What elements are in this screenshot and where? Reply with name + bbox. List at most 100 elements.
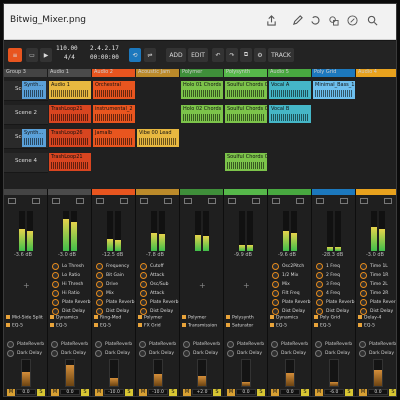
strip-grid-icon[interactable]	[252, 198, 260, 204]
device-power-icon[interactable]	[270, 323, 274, 327]
send-knob[interactable]	[315, 341, 322, 348]
volume-value[interactable]: 0.0	[60, 389, 80, 395]
clip[interactable]: Holo 01 Chords	[181, 81, 223, 99]
clip[interactable]: Orchestral	[93, 81, 135, 99]
parameter-knob[interactable]	[360, 299, 367, 306]
clip[interactable]: instrumental_2	[93, 105, 135, 123]
clip[interactable]: Holo 02 Chords	[181, 105, 223, 123]
volume-value[interactable]: 0.0	[236, 389, 256, 395]
device-power-icon[interactable]	[358, 323, 362, 327]
volume-value[interactable]: -10.0	[148, 389, 168, 395]
volume-fader[interactable]	[329, 359, 339, 387]
play-button[interactable]: ▶	[40, 48, 52, 62]
volume-fader[interactable]	[373, 359, 383, 387]
volume-fader[interactable]	[21, 359, 31, 387]
clip[interactable]: Soulful Chords 03 A	[225, 81, 267, 99]
parameter-knob[interactable]	[96, 290, 103, 297]
track-button[interactable]: TRACK	[268, 48, 294, 62]
mute-button[interactable]: M	[139, 389, 147, 396]
device-power-icon[interactable]	[270, 315, 274, 319]
dashboard-button[interactable]: ▭	[26, 48, 38, 62]
device-slot[interactable]: Saturator	[226, 323, 266, 331]
volume-fader[interactable]	[153, 359, 163, 387]
device-slot[interactable]: EQ-5	[50, 323, 90, 331]
copy-button[interactable]: ⧉	[240, 48, 252, 62]
device-power-icon[interactable]	[6, 315, 10, 319]
mute-button[interactable]: M	[315, 389, 323, 396]
parameter-knob[interactable]	[316, 299, 323, 306]
clip[interactable]: Minimal_Bass_15 A	[313, 81, 355, 99]
send-knob[interactable]	[7, 341, 14, 348]
shapes-icon[interactable]	[328, 15, 339, 26]
parameter-knob[interactable]	[272, 290, 279, 297]
parameter-knob[interactable]	[272, 308, 279, 315]
solo-button[interactable]: S	[389, 389, 396, 396]
clip[interactable]: Audio 1	[49, 81, 91, 99]
parameter-knob[interactable]	[52, 299, 59, 306]
strip-grid-icon[interactable]	[120, 198, 128, 204]
clip[interactable]: TrashLoop26	[49, 129, 91, 147]
device-power-icon[interactable]	[50, 315, 54, 319]
strip-grid-icon[interactable]	[164, 198, 172, 204]
parameter-knob[interactable]	[140, 308, 147, 315]
device-power-icon[interactable]	[226, 323, 230, 327]
strip-grid-icon[interactable]	[340, 198, 348, 204]
parameter-knob[interactable]	[360, 263, 367, 270]
parameter-knob[interactable]	[140, 272, 147, 279]
strip-grid-icon[interactable]	[32, 198, 40, 204]
send-knob[interactable]	[183, 350, 190, 357]
parameter-knob[interactable]	[360, 272, 367, 279]
markup-icon[interactable]	[347, 15, 358, 26]
parameter-knob[interactable]	[140, 281, 147, 288]
solo-button[interactable]: S	[125, 389, 133, 396]
volume-fader[interactable]	[65, 359, 75, 387]
send-knob[interactable]	[51, 341, 58, 348]
clip[interactable]: Vibe 00 Lead	[137, 129, 179, 147]
device-slot[interactable]: Polymer	[182, 315, 222, 323]
send-knob[interactable]	[359, 341, 366, 348]
clip[interactable]: Vocal B	[269, 105, 311, 123]
device-slot[interactable]: Dynamics	[270, 315, 310, 323]
strip-grid-icon[interactable]	[296, 198, 304, 204]
track-header[interactable]: Audio 1	[48, 69, 91, 77]
device-slot[interactable]: FX Grid	[138, 323, 178, 331]
clip[interactable]: Synth...	[22, 129, 46, 147]
mute-button[interactable]: M	[183, 389, 191, 396]
send-knob[interactable]	[227, 350, 234, 357]
parameter-knob[interactable]	[140, 263, 147, 270]
device-slot[interactable]: Polymer	[138, 315, 178, 323]
solo-button[interactable]: S	[345, 389, 353, 396]
strip-menu-icon[interactable]	[140, 198, 148, 204]
device-power-icon[interactable]	[358, 315, 362, 319]
clip[interactable]: Synth...	[22, 81, 46, 99]
device-power-icon[interactable]	[138, 323, 142, 327]
send-knob[interactable]	[139, 350, 146, 357]
parameter-knob[interactable]	[316, 308, 323, 315]
clip[interactable]: TrashLoop21	[49, 153, 91, 171]
track-header[interactable]: Poly Grid	[312, 69, 355, 77]
mute-button[interactable]: M	[95, 389, 103, 396]
strip-menu-icon[interactable]	[272, 198, 280, 204]
parameter-knob[interactable]	[360, 281, 367, 288]
track-header[interactable]: Polymer	[180, 69, 223, 77]
device-slot[interactable]: EQ-5	[314, 323, 354, 331]
strip-menu-icon[interactable]	[184, 198, 192, 204]
pen-icon[interactable]	[292, 15, 303, 26]
solo-button[interactable]: S	[257, 389, 265, 396]
device-slot[interactable]: Polysynth	[226, 315, 266, 323]
device-slot[interactable]: Delay-4	[358, 315, 396, 323]
volume-value[interactable]: +2.0	[192, 389, 212, 395]
device-slot[interactable]: Mid-Side Split	[6, 315, 46, 323]
send-knob[interactable]	[95, 350, 102, 357]
volume-value[interactable]: -6.0	[324, 389, 344, 395]
parameter-knob[interactable]	[52, 272, 59, 279]
volume-fader[interactable]	[285, 359, 295, 387]
parameter-knob[interactable]	[96, 272, 103, 279]
send-knob[interactable]	[51, 350, 58, 357]
parameter-knob[interactable]	[140, 299, 147, 306]
menu-button[interactable]: ≡	[8, 48, 22, 62]
parameter-knob[interactable]	[52, 308, 59, 315]
strip-menu-icon[interactable]	[228, 198, 236, 204]
redo-button[interactable]: ↷	[226, 48, 238, 62]
clip[interactable]: Soulful Chords 03 A	[225, 105, 267, 123]
